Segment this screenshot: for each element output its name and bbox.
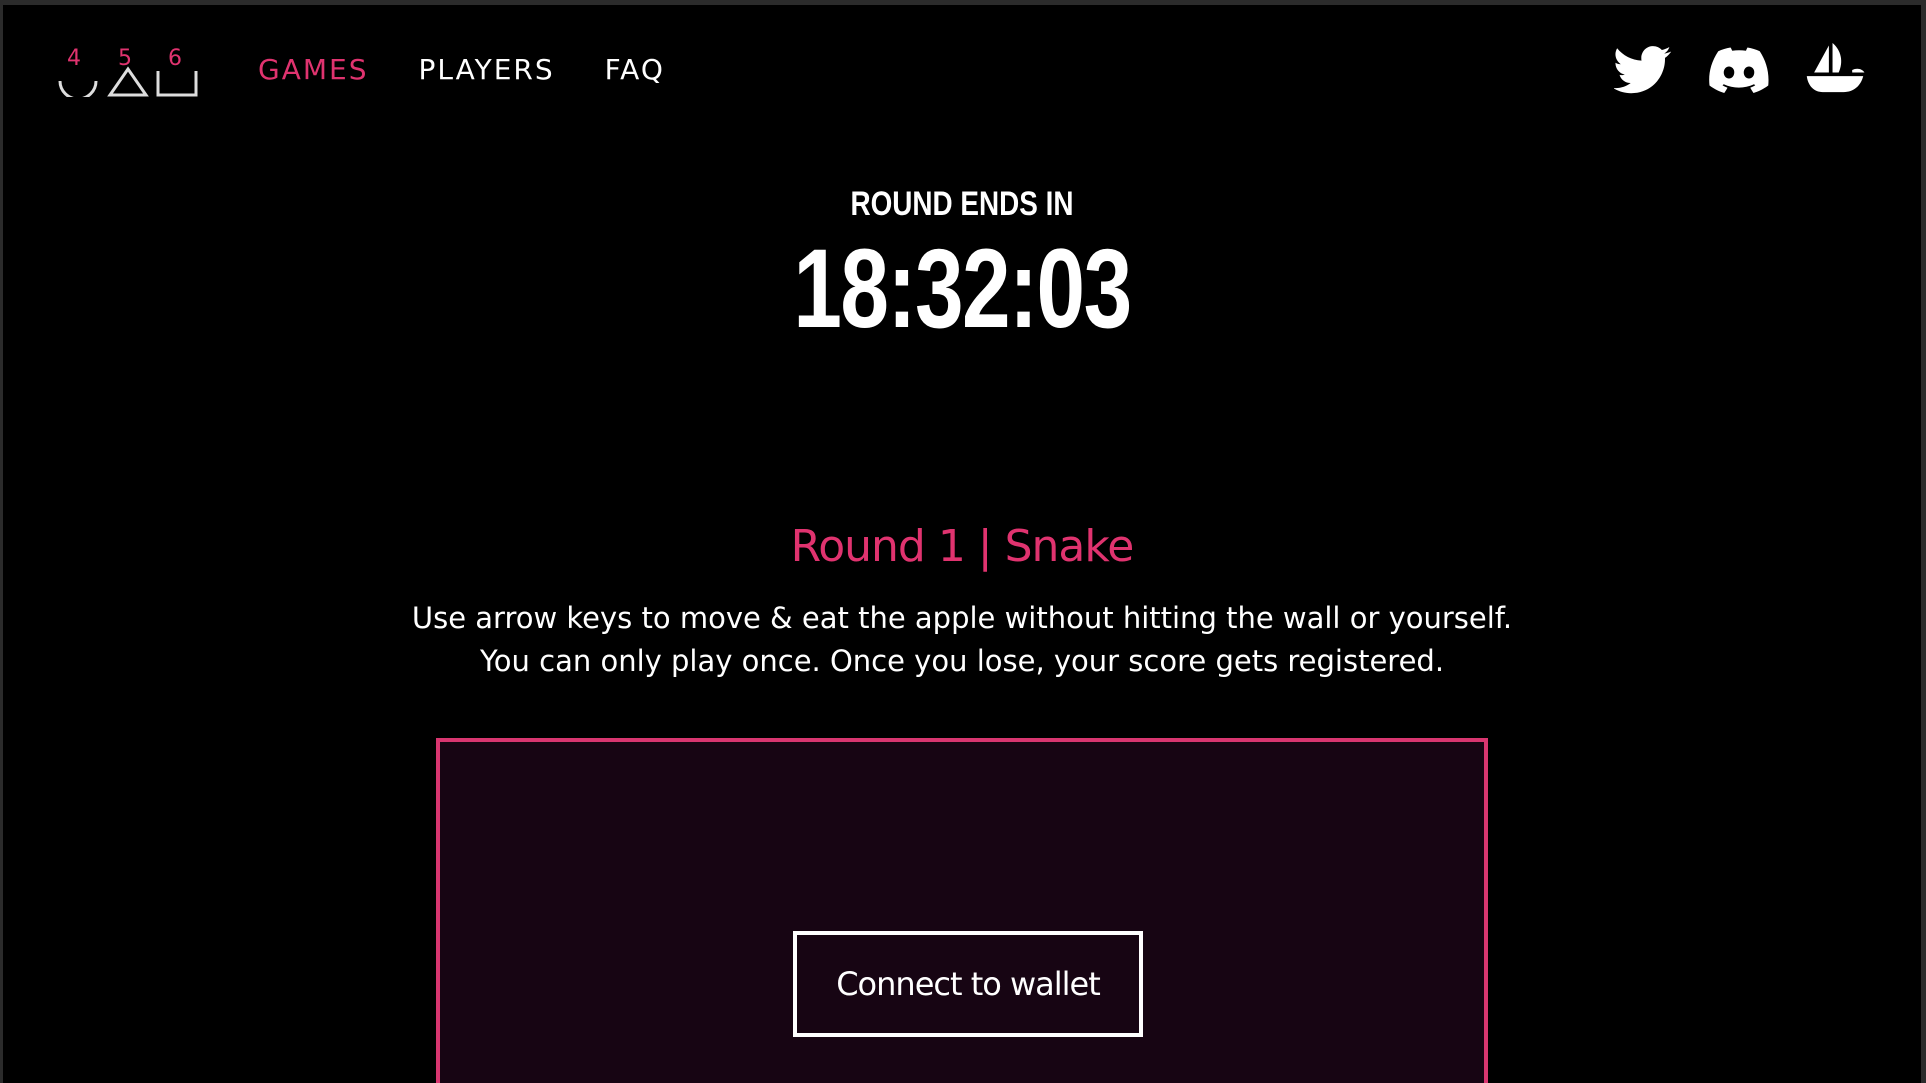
- round-title: Round 1 | Snake: [790, 521, 1135, 572]
- social-links: [1612, 39, 1866, 101]
- twitter-icon[interactable]: [1612, 39, 1674, 101]
- connect-wallet-button[interactable]: Connect to wallet: [793, 931, 1143, 1037]
- nav-players[interactable]: PLAYERS: [418, 53, 554, 86]
- header: 4 5 6 GAMES PLAYERS FAQ: [3, 5, 1921, 135]
- game-area: Connect to wallet: [436, 738, 1488, 1083]
- description-line-2: You can only play once. Once you lose, y…: [479, 644, 1445, 678]
- logo-digit-4: 4: [67, 46, 81, 71]
- page: 4 5 6 GAMES PLAYERS FAQ ROUND ENDS IN 18…: [3, 5, 1921, 1083]
- 456-logo-icon: 4 5 6: [58, 46, 198, 101]
- main-nav: GAMES PLAYERS FAQ: [258, 53, 665, 86]
- discord-icon[interactable]: [1708, 39, 1770, 101]
- round-description: Use arrow keys to move & eat the apple w…: [3, 597, 1921, 683]
- logo[interactable]: 4 5 6: [58, 45, 198, 101]
- nav-games[interactable]: GAMES: [258, 53, 368, 86]
- nav-faq[interactable]: FAQ: [605, 53, 665, 86]
- logo-digit-5: 5: [118, 46, 132, 71]
- logo-digit-6: 6: [168, 46, 182, 71]
- description-line-1: Use arrow keys to move & eat the apple w…: [411, 601, 1513, 635]
- countdown-timer: 18:32:03: [793, 226, 1132, 351]
- round-ends-label: ROUND ENDS IN: [850, 185, 1074, 223]
- opensea-icon[interactable]: [1804, 39, 1866, 101]
